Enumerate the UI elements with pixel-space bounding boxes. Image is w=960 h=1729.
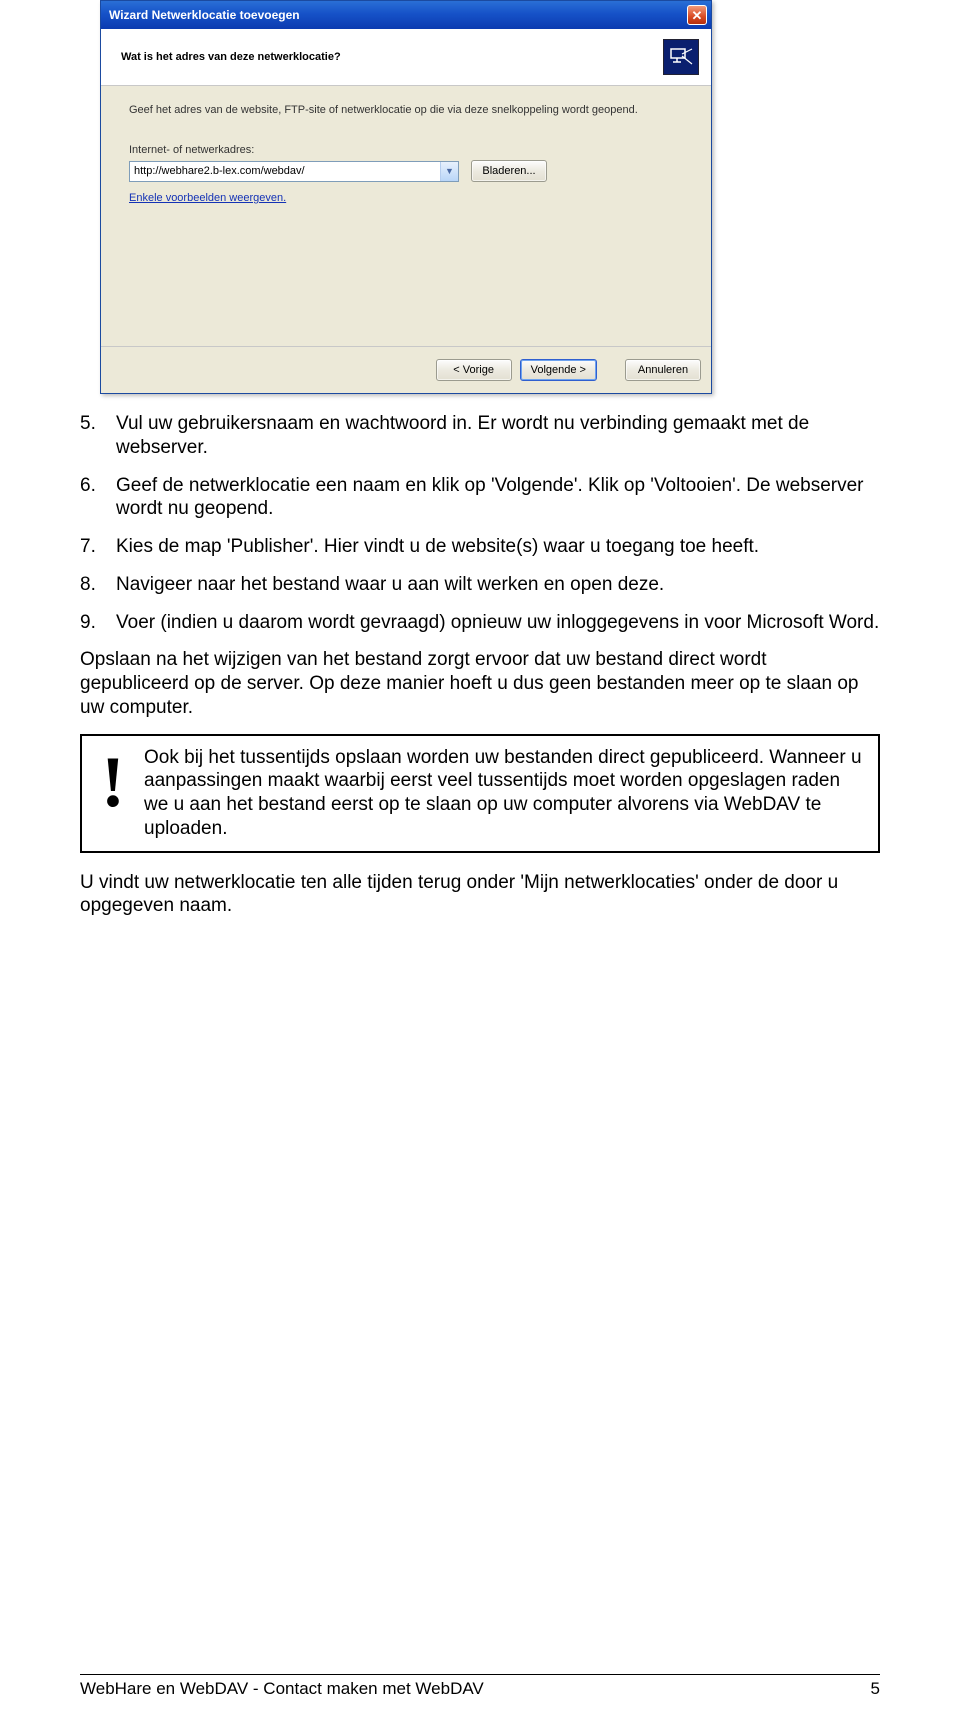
wizard-titlebar: Wizard Netwerklocatie toevoegen ✕	[101, 1, 711, 29]
list-item-text: Kies de map 'Publisher'. Hier vindt u de…	[116, 535, 880, 559]
list-item-number: 5.	[80, 412, 116, 460]
wizard-dialog: Wizard Netwerklocatie toevoegen ✕ Wat is…	[100, 0, 712, 394]
previous-button[interactable]: < Vorige	[436, 359, 512, 381]
close-button[interactable]: ✕	[687, 5, 707, 25]
callout-text: Ook bij het tussentijds opslaan worden u…	[144, 746, 864, 841]
list-item-text: Geef de netwerklocatie een naam en klik …	[116, 474, 880, 522]
paragraph: U vindt uw netwerklocatie ten alle tijde…	[80, 871, 880, 919]
wizard-title: Wizard Netwerklocatie toevoegen	[109, 8, 300, 22]
cancel-button[interactable]: Annuleren	[625, 359, 701, 381]
list-item: 5. Vul uw gebruikersnaam en wachtwoord i…	[80, 412, 880, 460]
paragraph: Opslaan na het wijzigen van het bestand …	[80, 648, 880, 719]
list-item-text: Vul uw gebruikersnaam en wachtwoord in. …	[116, 412, 880, 460]
browse-button[interactable]: Bladeren...	[471, 160, 547, 182]
wizard-body: Geef het adres van de website, FTP-site …	[101, 86, 711, 346]
wizard-header-panel: Wat is het adres van deze netwerklocatie…	[101, 29, 711, 86]
warning-callout: ! Ook bij het tussentijds opslaan worden…	[80, 734, 880, 853]
network-icon	[663, 39, 699, 75]
list-item-text: Navigeer naar het bestand waar u aan wil…	[116, 573, 880, 597]
numbered-list: 5. Vul uw gebruikersnaam en wachtwoord i…	[80, 412, 880, 634]
exclamation-icon: !	[96, 746, 130, 841]
address-label: Internet- of netwerkadres:	[129, 144, 683, 156]
list-item: 7. Kies de map 'Publisher'. Hier vindt u…	[80, 535, 880, 559]
address-combobox[interactable]: ▼	[129, 161, 459, 182]
address-input[interactable]	[130, 162, 440, 181]
list-item-text: Voer (indien u daarom wordt gevraagd) op…	[116, 611, 880, 635]
list-item-number: 9.	[80, 611, 116, 635]
document-body: 5. Vul uw gebruikersnaam en wachtwoord i…	[80, 412, 880, 918]
chevron-down-icon[interactable]: ▼	[440, 162, 458, 181]
examples-link[interactable]: Enkele voorbeelden weergeven.	[129, 192, 286, 204]
wizard-intro: Geef het adres van de website, FTP-site …	[129, 104, 683, 116]
list-item-number: 6.	[80, 474, 116, 522]
list-item-number: 8.	[80, 573, 116, 597]
wizard-heading: Wat is het adres van deze netwerklocatie…	[113, 51, 341, 63]
page-footer: WebHare en WebDAV - Contact maken met We…	[80, 1674, 880, 1699]
list-item: 6. Geef de netwerklocatie een naam en kl…	[80, 474, 880, 522]
list-item-number: 7.	[80, 535, 116, 559]
close-icon: ✕	[692, 9, 703, 22]
footer-title: WebHare en WebDAV - Contact maken met We…	[80, 1679, 484, 1699]
next-button[interactable]: Volgende >	[520, 359, 597, 381]
wizard-footer: < Vorige Volgende > Annuleren	[101, 346, 711, 393]
page-number: 5	[871, 1679, 880, 1699]
list-item: 9. Voer (indien u daarom wordt gevraagd)…	[80, 611, 880, 635]
list-item: 8. Navigeer naar het bestand waar u aan …	[80, 573, 880, 597]
